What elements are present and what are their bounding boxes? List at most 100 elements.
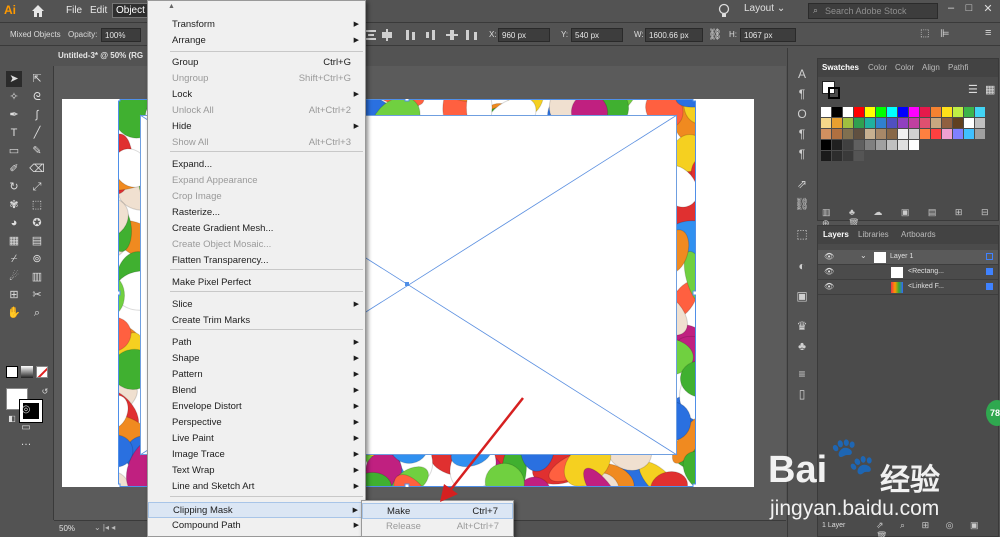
expand-chevron-icon[interactable]: ⌄ bbox=[860, 251, 867, 260]
height-field[interactable]: 1067 px bbox=[740, 28, 796, 42]
swatch[interactable] bbox=[865, 118, 875, 128]
menu-edit[interactable]: Edit bbox=[87, 4, 110, 17]
swatch[interactable] bbox=[887, 107, 897, 117]
swatch[interactable] bbox=[909, 129, 919, 139]
scale-tool-icon[interactable]: ⤢ bbox=[29, 179, 45, 195]
swatch[interactable] bbox=[898, 140, 908, 150]
swatch[interactable] bbox=[865, 129, 875, 139]
swatch[interactable] bbox=[854, 151, 864, 161]
link-icon[interactable]: ⛓ bbox=[708, 28, 722, 41]
swatch[interactable] bbox=[887, 118, 897, 128]
selection-tool-icon[interactable]: ➤ bbox=[6, 71, 22, 87]
menu-item-envelope-distort[interactable]: Envelope Distort ▶ bbox=[148, 399, 365, 415]
more-tools-icon[interactable]: … bbox=[18, 434, 34, 450]
swatch[interactable] bbox=[964, 129, 974, 139]
type-tool-icon[interactable]: T bbox=[6, 125, 22, 141]
swatch[interactable] bbox=[909, 107, 919, 117]
menu-item-text-wrap[interactable]: Text Wrap ▶ bbox=[148, 463, 365, 479]
color-mode-icon[interactable] bbox=[6, 366, 18, 378]
paragraph-styles-icon[interactable]: ¶ bbox=[794, 126, 810, 142]
swatch[interactable] bbox=[975, 107, 985, 117]
opacity-field[interactable]: 100% bbox=[101, 28, 141, 42]
menu-item-path[interactable]: Path ▶ bbox=[148, 335, 365, 351]
submenu-item-release[interactable]: Release Alt+Ctrl+7 bbox=[362, 519, 513, 535]
swatch[interactable] bbox=[887, 140, 897, 150]
gradient-mode-icon[interactable] bbox=[21, 366, 33, 378]
stroke-panel-icon[interactable]: ≡ bbox=[794, 366, 810, 382]
pen-tool-icon[interactable]: ✒ bbox=[6, 107, 22, 123]
document-tab[interactable]: Untitled-3* @ 50% (RG bbox=[54, 48, 150, 65]
swatch[interactable] bbox=[832, 129, 842, 139]
zoom-level[interactable]: 50% bbox=[59, 524, 75, 533]
swatch[interactable] bbox=[920, 107, 930, 117]
gradient-tool-icon[interactable]: ▤ bbox=[29, 233, 45, 249]
swatch[interactable] bbox=[821, 151, 831, 161]
swatch[interactable] bbox=[843, 140, 853, 150]
visibility-eye-icon[interactable]: 👁 bbox=[824, 252, 834, 261]
selection-indicator[interactable] bbox=[986, 253, 993, 260]
shaper-tool-icon[interactable]: ✐ bbox=[6, 161, 22, 177]
rectangle-tool-icon[interactable]: ▭ bbox=[6, 143, 22, 159]
menu-item-show-all[interactable]: Show All Alt+Ctrl+3 bbox=[148, 135, 365, 151]
warp-tool-icon[interactable]: ✾ bbox=[6, 197, 22, 213]
char-styles-icon[interactable]: ¶ bbox=[794, 146, 810, 162]
tab-color-guide[interactable]: Color bbox=[895, 63, 914, 72]
menu-item-create-trim-marks[interactable]: Create Trim Marks bbox=[148, 313, 365, 329]
curvature-tool-icon[interactable]: ∫ bbox=[29, 107, 45, 123]
maximize-button[interactable]: □ bbox=[961, 2, 977, 18]
menu-item-pattern[interactable]: Pattern ▶ bbox=[148, 367, 365, 383]
zoom-tool-icon[interactable]: ⌕ bbox=[29, 305, 45, 321]
submenu-item-make[interactable]: Make Ctrl+7 bbox=[362, 503, 513, 519]
menu-item-transform[interactable]: Transform ▶ bbox=[148, 17, 365, 33]
none-mode-icon[interactable] bbox=[36, 366, 48, 378]
menu-item-perspective[interactable]: Perspective ▶ bbox=[148, 415, 365, 431]
workspace-switcher[interactable]: Layout ⌄ bbox=[744, 3, 794, 19]
menu-item-hide[interactable]: Hide ▶ bbox=[148, 119, 365, 135]
lightbulb-icon[interactable] bbox=[718, 3, 730, 19]
swatch[interactable] bbox=[920, 129, 930, 139]
menu-item-flatten-transparency[interactable]: Flatten Transparency... bbox=[148, 253, 365, 269]
shape-builder-icon[interactable]: ◕ bbox=[6, 215, 22, 231]
swatch[interactable] bbox=[898, 129, 908, 139]
swatch[interactable] bbox=[953, 129, 963, 139]
align-icons[interactable] bbox=[366, 29, 484, 41]
swatch[interactable] bbox=[843, 129, 853, 139]
menu-item-crop-image[interactable]: Crop Image bbox=[148, 189, 365, 205]
visibility-eye-icon[interactable]: 👁 bbox=[824, 267, 834, 276]
menu-item-live-paint[interactable]: Live Paint ▶ bbox=[148, 431, 365, 447]
swatch[interactable] bbox=[854, 129, 864, 139]
artboard-tool-icon[interactable]: ⊞ bbox=[6, 287, 22, 303]
paintbrush-icon[interactable]: ✎ bbox=[29, 143, 45, 159]
menu-item-clipping-mask[interactable]: Clipping Mask ▶ bbox=[148, 502, 365, 518]
swatch[interactable] bbox=[843, 107, 853, 117]
swatch[interactable] bbox=[898, 107, 908, 117]
swatch[interactable] bbox=[821, 107, 831, 117]
tab-layers[interactable]: Layers bbox=[823, 230, 849, 239]
transform-panel-icon[interactable]: ⬚ bbox=[794, 226, 810, 242]
menu-item-blend[interactable]: Blend ▶ bbox=[148, 383, 365, 399]
tab-align[interactable]: Align bbox=[922, 63, 940, 72]
swatch[interactable] bbox=[898, 118, 908, 128]
swatch[interactable] bbox=[931, 118, 941, 128]
swatch[interactable] bbox=[887, 129, 897, 139]
swatch[interactable] bbox=[843, 118, 853, 128]
eyedropper-icon[interactable]: ⌿ bbox=[6, 251, 22, 267]
character-icon[interactable]: A bbox=[794, 66, 810, 82]
menu-item-ungroup[interactable]: Ungroup Shift+Ctrl+G bbox=[148, 71, 365, 87]
swatch[interactable] bbox=[920, 118, 930, 128]
visibility-eye-icon[interactable]: 👁 bbox=[824, 282, 834, 291]
artboard-nav[interactable]: ⌄ |◂ ◂ bbox=[94, 523, 115, 532]
tab-libraries[interactable]: Libraries bbox=[858, 230, 889, 239]
gradient-panel-icon[interactable]: ▯ bbox=[794, 386, 810, 402]
swatch[interactable] bbox=[909, 118, 919, 128]
panel-menu-icon[interactable]: ≡ bbox=[985, 27, 991, 39]
minimize-button[interactable]: – bbox=[943, 2, 959, 18]
swap-colors-icon[interactable]: ↺ bbox=[37, 384, 53, 400]
hand-tool-icon[interactable]: ✋ bbox=[6, 305, 22, 321]
menu-item-arrange[interactable]: Arrange ▶ bbox=[148, 33, 365, 49]
swatch[interactable] bbox=[854, 118, 864, 128]
menu-item-shape[interactable]: Shape ▶ bbox=[148, 351, 365, 367]
perspective-grid-icon[interactable]: ▦ bbox=[6, 233, 22, 249]
swatch[interactable] bbox=[942, 107, 952, 117]
live-paint-icon[interactable]: ✪ bbox=[29, 215, 45, 231]
